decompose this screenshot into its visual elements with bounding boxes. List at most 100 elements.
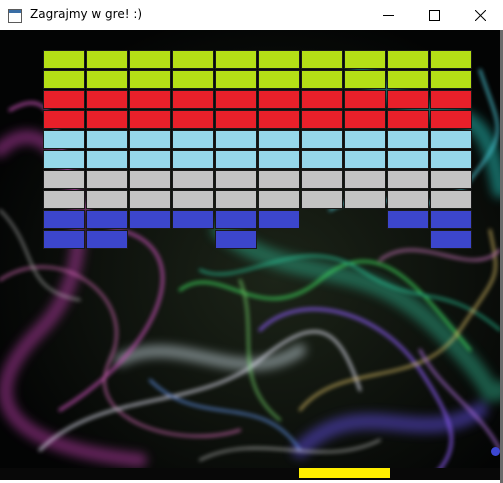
brick bbox=[258, 150, 300, 169]
maximize-icon bbox=[428, 9, 440, 21]
brick bbox=[43, 110, 85, 129]
brick bbox=[258, 70, 300, 89]
brick bbox=[301, 170, 343, 189]
brick bbox=[430, 50, 472, 69]
brick bbox=[387, 170, 429, 189]
brick bbox=[344, 170, 386, 189]
brick bbox=[215, 190, 257, 209]
brick bbox=[258, 90, 300, 109]
brick bbox=[43, 90, 85, 109]
brick bbox=[344, 130, 386, 149]
brick bbox=[258, 210, 300, 229]
brick bbox=[86, 50, 128, 69]
brick bbox=[430, 230, 472, 249]
paddle[interactable] bbox=[299, 468, 390, 478]
brick bbox=[258, 110, 300, 129]
brick bbox=[430, 210, 472, 229]
brick bbox=[172, 130, 214, 149]
brick bbox=[172, 50, 214, 69]
window-title: Zagrajmy w gre! :) bbox=[30, 7, 143, 21]
maximize-button[interactable] bbox=[411, 0, 457, 30]
brick bbox=[344, 50, 386, 69]
brick bbox=[172, 70, 214, 89]
window-app-icon bbox=[8, 8, 22, 23]
brick bbox=[387, 150, 429, 169]
brick bbox=[301, 90, 343, 109]
brick bbox=[172, 190, 214, 209]
brick bbox=[344, 90, 386, 109]
brick bbox=[301, 150, 343, 169]
brick bbox=[86, 90, 128, 109]
brick bbox=[430, 170, 472, 189]
brick bbox=[387, 130, 429, 149]
brick bbox=[129, 130, 171, 149]
brick bbox=[43, 150, 85, 169]
brick bbox=[258, 190, 300, 209]
brick bbox=[430, 90, 472, 109]
brick bbox=[430, 150, 472, 169]
floor-strip bbox=[0, 468, 500, 480]
brick bbox=[172, 150, 214, 169]
brick bbox=[86, 190, 128, 209]
brick bbox=[387, 50, 429, 69]
brick bbox=[86, 170, 128, 189]
brick bbox=[215, 210, 257, 229]
brick bbox=[86, 70, 128, 89]
brick bbox=[129, 170, 171, 189]
brick bbox=[86, 150, 128, 169]
brick bbox=[215, 170, 257, 189]
title-bar[interactable]: Zagrajmy w gre! :) bbox=[0, 0, 503, 30]
brick bbox=[344, 190, 386, 209]
brick bbox=[430, 130, 472, 149]
brick bbox=[215, 230, 257, 249]
brick bbox=[430, 190, 472, 209]
brick bbox=[86, 110, 128, 129]
brick bbox=[258, 50, 300, 69]
close-button[interactable] bbox=[457, 0, 503, 30]
brick bbox=[129, 90, 171, 109]
brick bbox=[86, 210, 128, 229]
ball bbox=[491, 447, 500, 456]
brick bbox=[172, 210, 214, 229]
brick bbox=[43, 230, 85, 249]
brick bbox=[258, 130, 300, 149]
brick bbox=[258, 170, 300, 189]
minimize-button[interactable] bbox=[365, 0, 411, 30]
close-icon bbox=[474, 9, 486, 21]
brick bbox=[215, 110, 257, 129]
brick bbox=[129, 70, 171, 89]
brick bbox=[430, 110, 472, 129]
brick bbox=[129, 210, 171, 229]
brick bbox=[129, 50, 171, 69]
brick bbox=[344, 110, 386, 129]
brick bbox=[215, 130, 257, 149]
brick bbox=[43, 190, 85, 209]
brick bbox=[172, 170, 214, 189]
brick bbox=[301, 110, 343, 129]
brick bbox=[301, 190, 343, 209]
brick bbox=[215, 70, 257, 89]
game-area[interactable] bbox=[0, 30, 500, 480]
brick bbox=[172, 110, 214, 129]
brick bbox=[43, 50, 85, 69]
brick bbox=[215, 50, 257, 69]
brick bbox=[43, 210, 85, 229]
brick bbox=[43, 70, 85, 89]
brick bbox=[86, 130, 128, 149]
brick bbox=[215, 150, 257, 169]
brick bbox=[86, 230, 128, 249]
brick bbox=[301, 70, 343, 89]
brick bbox=[129, 110, 171, 129]
brick bbox=[344, 70, 386, 89]
brick bbox=[301, 130, 343, 149]
minimize-icon bbox=[382, 10, 394, 21]
game-window: Zagrajmy w gre! :) bbox=[0, 0, 503, 483]
brick bbox=[387, 210, 429, 229]
brick bbox=[387, 70, 429, 89]
brick bbox=[430, 70, 472, 89]
brick bbox=[129, 190, 171, 209]
brick bbox=[129, 150, 171, 169]
brick bbox=[43, 170, 85, 189]
brick bbox=[172, 90, 214, 109]
brick bbox=[215, 90, 257, 109]
